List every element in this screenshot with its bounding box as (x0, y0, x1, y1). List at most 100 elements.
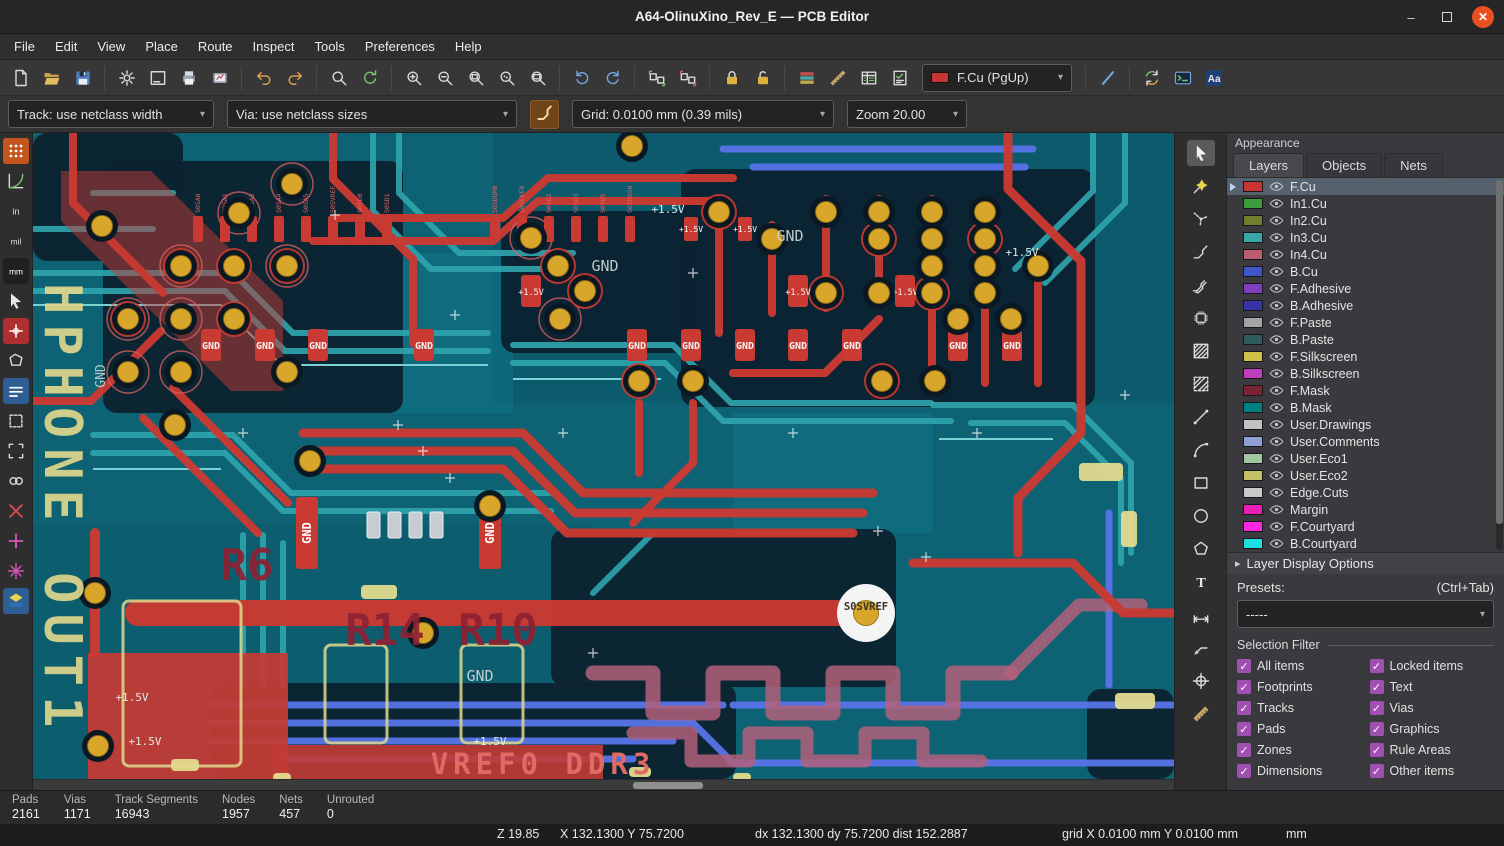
update-pcb-button[interactable] (1137, 63, 1166, 92)
refresh-view-button[interactable] (355, 63, 384, 92)
units-mm-button[interactable]: mm (3, 258, 29, 284)
layer-display-options[interactable]: ▸ Layer Display Options (1227, 552, 1504, 574)
checkbox-icon[interactable]: ✓ (1370, 722, 1384, 736)
layer-row-in3-cu[interactable]: In3.Cu (1227, 229, 1504, 246)
text-settings-button[interactable]: Aa (1199, 63, 1228, 92)
visibility-eye-icon[interactable] (1269, 485, 1284, 500)
layers-manager-button[interactable] (792, 63, 821, 92)
draw-rule-area-button[interactable] (1187, 371, 1215, 397)
layer-row-b-courtyard[interactable]: B.Courtyard (1227, 535, 1504, 552)
layer-color-swatch[interactable] (1243, 249, 1263, 260)
visibility-eye-icon[interactable] (1269, 298, 1284, 313)
maximize-button[interactable] (1436, 6, 1458, 28)
sketch-pads-mode-button[interactable] (3, 408, 29, 434)
layer-row-in1-cu[interactable]: In1.Cu (1227, 195, 1504, 212)
layer-row-b-silkscreen[interactable]: B.Silkscreen (1227, 365, 1504, 382)
layer-color-swatch[interactable] (1243, 504, 1263, 515)
layer-row-user-eco1[interactable]: User.Eco1 (1227, 450, 1504, 467)
checkbox-icon[interactable]: ✓ (1370, 743, 1384, 757)
net-color-mode-button[interactable] (3, 378, 29, 404)
layer-row-user-eco2[interactable]: User.Eco2 (1227, 467, 1504, 484)
filter-locked-items[interactable]: ✓Locked items (1370, 659, 1499, 673)
visibility-eye-icon[interactable] (1269, 400, 1284, 415)
zoom-out-button[interactable] (430, 63, 459, 92)
visibility-eye-icon[interactable] (1269, 315, 1284, 330)
layer-color-swatch[interactable] (1243, 181, 1263, 192)
visibility-eye-icon[interactable] (1269, 434, 1284, 449)
visibility-eye-icon[interactable] (1269, 196, 1284, 211)
draw-zone-button[interactable] (1187, 338, 1215, 364)
zoom-select[interactable]: Zoom 20.00 ▾ (847, 100, 967, 128)
layer-row-f-cu[interactable]: F.Cu (1227, 178, 1504, 195)
ungroup-items-button[interactable] (673, 63, 702, 92)
layers-scrollbar[interactable] (1496, 180, 1503, 550)
measurement-tool-button[interactable] (823, 63, 852, 92)
filter-rule-areas[interactable]: ✓Rule Areas (1370, 743, 1499, 757)
rotate-ccw-button[interactable] (567, 63, 596, 92)
draw-line-button[interactable] (1187, 404, 1215, 430)
layer-color-swatch[interactable] (1243, 351, 1263, 362)
draw-rectangle-button[interactable] (1187, 470, 1215, 496)
checkbox-icon[interactable]: ✓ (1237, 722, 1251, 736)
select-tool-button[interactable] (1187, 140, 1215, 166)
add-dimension-button[interactable] (1187, 602, 1215, 628)
add-text-button[interactable]: T (1187, 569, 1215, 595)
place-footprint-button[interactable] (1187, 305, 1215, 331)
visibility-eye-icon[interactable] (1269, 417, 1284, 432)
visibility-eye-icon[interactable] (1269, 230, 1284, 245)
layer-color-swatch[interactable] (1243, 419, 1263, 430)
presets-select[interactable]: ----- ▾ (1237, 600, 1494, 628)
net-inspector-button[interactable] (854, 63, 883, 92)
checkbox-icon[interactable]: ✓ (1370, 659, 1384, 673)
tab-objects[interactable]: Objects (1306, 153, 1382, 177)
sketch-footprints-mode-button[interactable] (3, 438, 29, 464)
toggle-grid-button[interactable] (3, 138, 29, 164)
close-button[interactable]: ✕ (1472, 6, 1494, 28)
auto-track-width-button[interactable] (530, 100, 559, 129)
visibility-eye-icon[interactable] (1269, 332, 1284, 347)
unlock-button[interactable] (748, 63, 777, 92)
track-width-select[interactable]: Track: use netclass width ▾ (8, 100, 214, 128)
tab-layers[interactable]: Layers (1233, 153, 1304, 177)
menu-help[interactable]: Help (445, 34, 492, 60)
units-inches-button[interactable]: in (3, 198, 29, 224)
layer-row-f-mask[interactable]: F.Mask (1227, 382, 1504, 399)
local-ratsnest-button[interactable] (1187, 206, 1215, 232)
filter-footprints[interactable]: ✓Footprints (1237, 680, 1366, 694)
via-size-select[interactable]: Via: use netclass sizes ▾ (227, 100, 517, 128)
visibility-eye-icon[interactable] (1269, 366, 1284, 381)
polar-coordinates-button[interactable] (3, 168, 29, 194)
filter-all-items[interactable]: ✓All items (1237, 659, 1366, 673)
checkbox-icon[interactable]: ✓ (1237, 743, 1251, 757)
layer-color-swatch[interactable] (1243, 266, 1263, 277)
undo-button[interactable] (249, 63, 278, 92)
checkbox-icon[interactable]: ✓ (1370, 680, 1384, 694)
visibility-eye-icon[interactable] (1269, 451, 1284, 466)
zone-outline-mode-button[interactable] (3, 348, 29, 374)
menu-edit[interactable]: Edit (45, 34, 87, 60)
layer-row-b-mask[interactable]: B.Mask (1227, 399, 1504, 416)
layer-row-b-paste[interactable]: B.Paste (1227, 331, 1504, 348)
layer-row-margin[interactable]: Margin (1227, 501, 1504, 518)
grid-origin-button[interactable] (1187, 668, 1215, 694)
filter-graphics[interactable]: ✓Graphics (1370, 722, 1499, 736)
pcb-board-view[interactable]: S0SA0S0SA1S0SA2S0SA4S0SA5S0SVREFS0SD0S0S… (33, 133, 1174, 779)
visibility-eye-icon[interactable] (1269, 264, 1284, 279)
rotate-cw-button[interactable] (598, 63, 627, 92)
layer-row-f-silkscreen[interactable]: F.Silkscreen (1227, 348, 1504, 365)
layer-row-f-courtyard[interactable]: F.Courtyard (1227, 518, 1504, 535)
draw-circle-button[interactable] (1187, 503, 1215, 529)
open-board-button[interactable] (37, 63, 66, 92)
toggle-ratsnest-button[interactable] (3, 318, 29, 344)
scripting-console-button[interactable] (1168, 63, 1197, 92)
layer-color-swatch[interactable] (1243, 300, 1263, 311)
menu-tools[interactable]: Tools (304, 34, 354, 60)
active-layer-select[interactable]: F.Cu (PgUp) ▾ (922, 64, 1072, 92)
layer-row-f-adhesive[interactable]: F.Adhesive (1227, 280, 1504, 297)
checkbox-icon[interactable]: ✓ (1370, 701, 1384, 715)
layer-row-user-drawings[interactable]: User.Drawings (1227, 416, 1504, 433)
filter-text[interactable]: ✓Text (1370, 680, 1499, 694)
cursor-style-button[interactable] (3, 288, 29, 314)
layer-color-swatch[interactable] (1243, 317, 1263, 328)
menu-preferences[interactable]: Preferences (355, 34, 445, 60)
